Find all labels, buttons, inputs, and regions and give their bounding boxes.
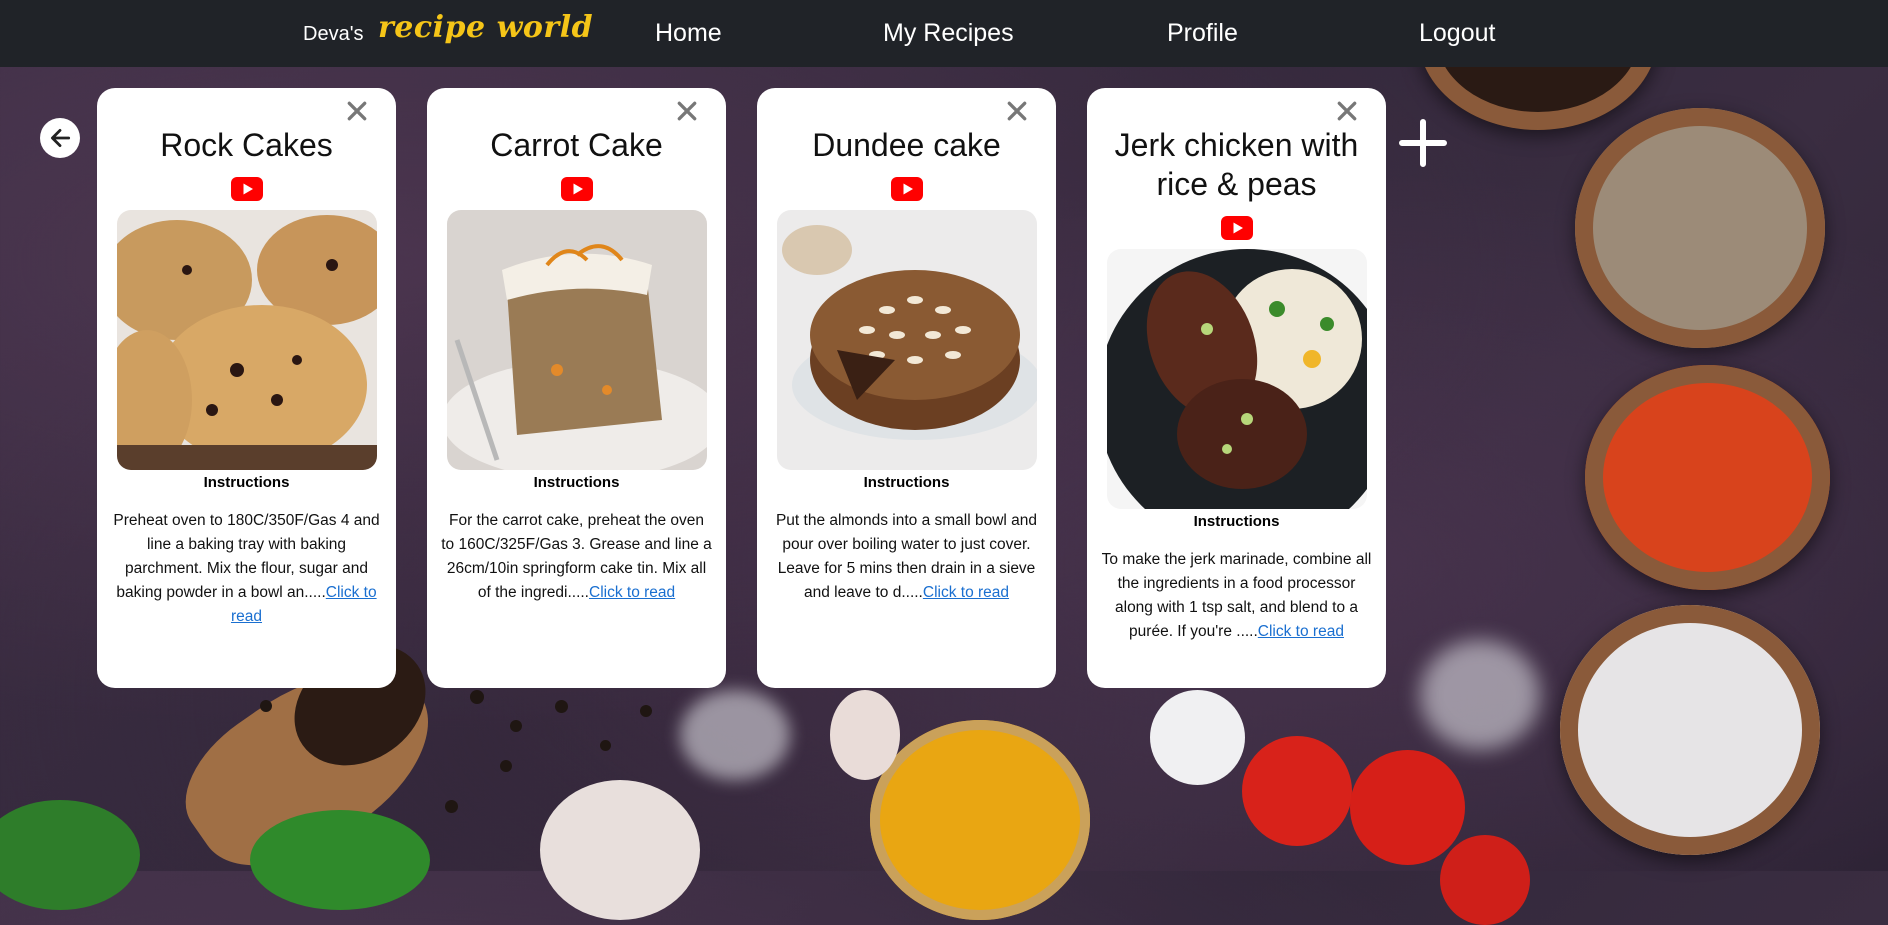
parsley xyxy=(0,800,140,910)
recipe-card: Dundee cake Instructions Put the almonds… xyxy=(757,88,1056,688)
instructions-text: For the carrot cake, preheat the oven to… xyxy=(441,509,712,605)
close-icon[interactable] xyxy=(346,100,368,122)
instructions-text: Preheat oven to 180C/350F/Gas 4 and line… xyxy=(111,509,382,629)
nav-logout[interactable]: Logout xyxy=(1419,19,1495,48)
instructions-label: Instructions xyxy=(203,474,290,491)
navbar: Deva's recipe world Home My Recipes Prof… xyxy=(0,0,1888,67)
recipe-image xyxy=(1106,249,1367,509)
recipe-title: Carrot Cake xyxy=(490,127,663,163)
brand-logo[interactable]: recipe world xyxy=(378,10,593,45)
instructions-label: Instructions xyxy=(1193,513,1280,530)
peppercorn xyxy=(500,760,512,772)
instructions-label: Instructions xyxy=(863,474,950,491)
recipe-image xyxy=(116,210,377,470)
add-recipe-button[interactable] xyxy=(1398,118,1448,168)
peppercorn xyxy=(640,705,652,717)
peppercorn xyxy=(600,740,611,751)
recipe-title: Dundee cake xyxy=(812,127,1001,163)
youtube-icon[interactable] xyxy=(890,177,923,201)
salt-spoon xyxy=(1150,690,1245,785)
close-icon[interactable] xyxy=(1006,100,1028,122)
turmeric-bowl xyxy=(870,720,1090,920)
click-to-read-link[interactable]: Click to read xyxy=(923,584,1009,601)
recipe-card: Jerk chicken with rice & peas Instructio… xyxy=(1087,88,1386,688)
tomato xyxy=(1350,750,1465,865)
salt-bowl xyxy=(1560,605,1820,855)
recipe-image xyxy=(776,210,1037,470)
salt-sprinkle xyxy=(1420,640,1540,750)
recipe-title: Rock Cakes xyxy=(160,127,333,163)
brand-prefix: Deva's xyxy=(303,23,364,45)
nav-home[interactable]: Home xyxy=(655,19,722,48)
salt-sprinkle xyxy=(680,690,790,780)
nav-my-recipes[interactable]: My Recipes xyxy=(883,19,1014,48)
back-button[interactable] xyxy=(40,118,80,158)
plus-icon xyxy=(1399,119,1447,167)
click-to-read-link[interactable]: Click to read xyxy=(589,584,675,601)
peppercorn xyxy=(470,690,484,704)
recipe-image xyxy=(446,210,707,470)
instructions-text: Put the almonds into a small bowl and po… xyxy=(771,509,1042,605)
tomato xyxy=(1440,835,1530,925)
recipe-card: Carrot Cake Instructions For the carrot … xyxy=(427,88,726,688)
close-icon[interactable] xyxy=(1336,100,1358,122)
nav-profile[interactable]: Profile xyxy=(1167,19,1238,48)
peppercorn xyxy=(445,800,458,813)
garlic-bulb xyxy=(540,780,700,920)
instructions-label: Instructions xyxy=(533,474,620,491)
arrow-left-icon xyxy=(51,129,71,147)
peppercorn xyxy=(510,720,522,732)
youtube-icon[interactable] xyxy=(1220,216,1253,240)
youtube-icon[interactable] xyxy=(230,177,263,201)
parsley xyxy=(250,810,430,910)
click-to-read-link[interactable]: Click to read xyxy=(1258,623,1344,640)
recipe-card: Rock Cakes Instructions Preheat oven to … xyxy=(97,88,396,688)
paprika-bowl xyxy=(1585,365,1830,590)
close-icon[interactable] xyxy=(676,100,698,122)
instructions-text: To make the jerk marinade, combine all t… xyxy=(1101,548,1372,644)
peppercorn xyxy=(260,700,272,712)
youtube-icon[interactable] xyxy=(560,177,593,201)
garlic-clove xyxy=(830,690,900,780)
recipe-title: Jerk chicken with rice & peas xyxy=(1114,127,1359,202)
tomato xyxy=(1242,736,1352,846)
peppercorn xyxy=(555,700,568,713)
ground-spice-bowl xyxy=(1575,108,1825,348)
